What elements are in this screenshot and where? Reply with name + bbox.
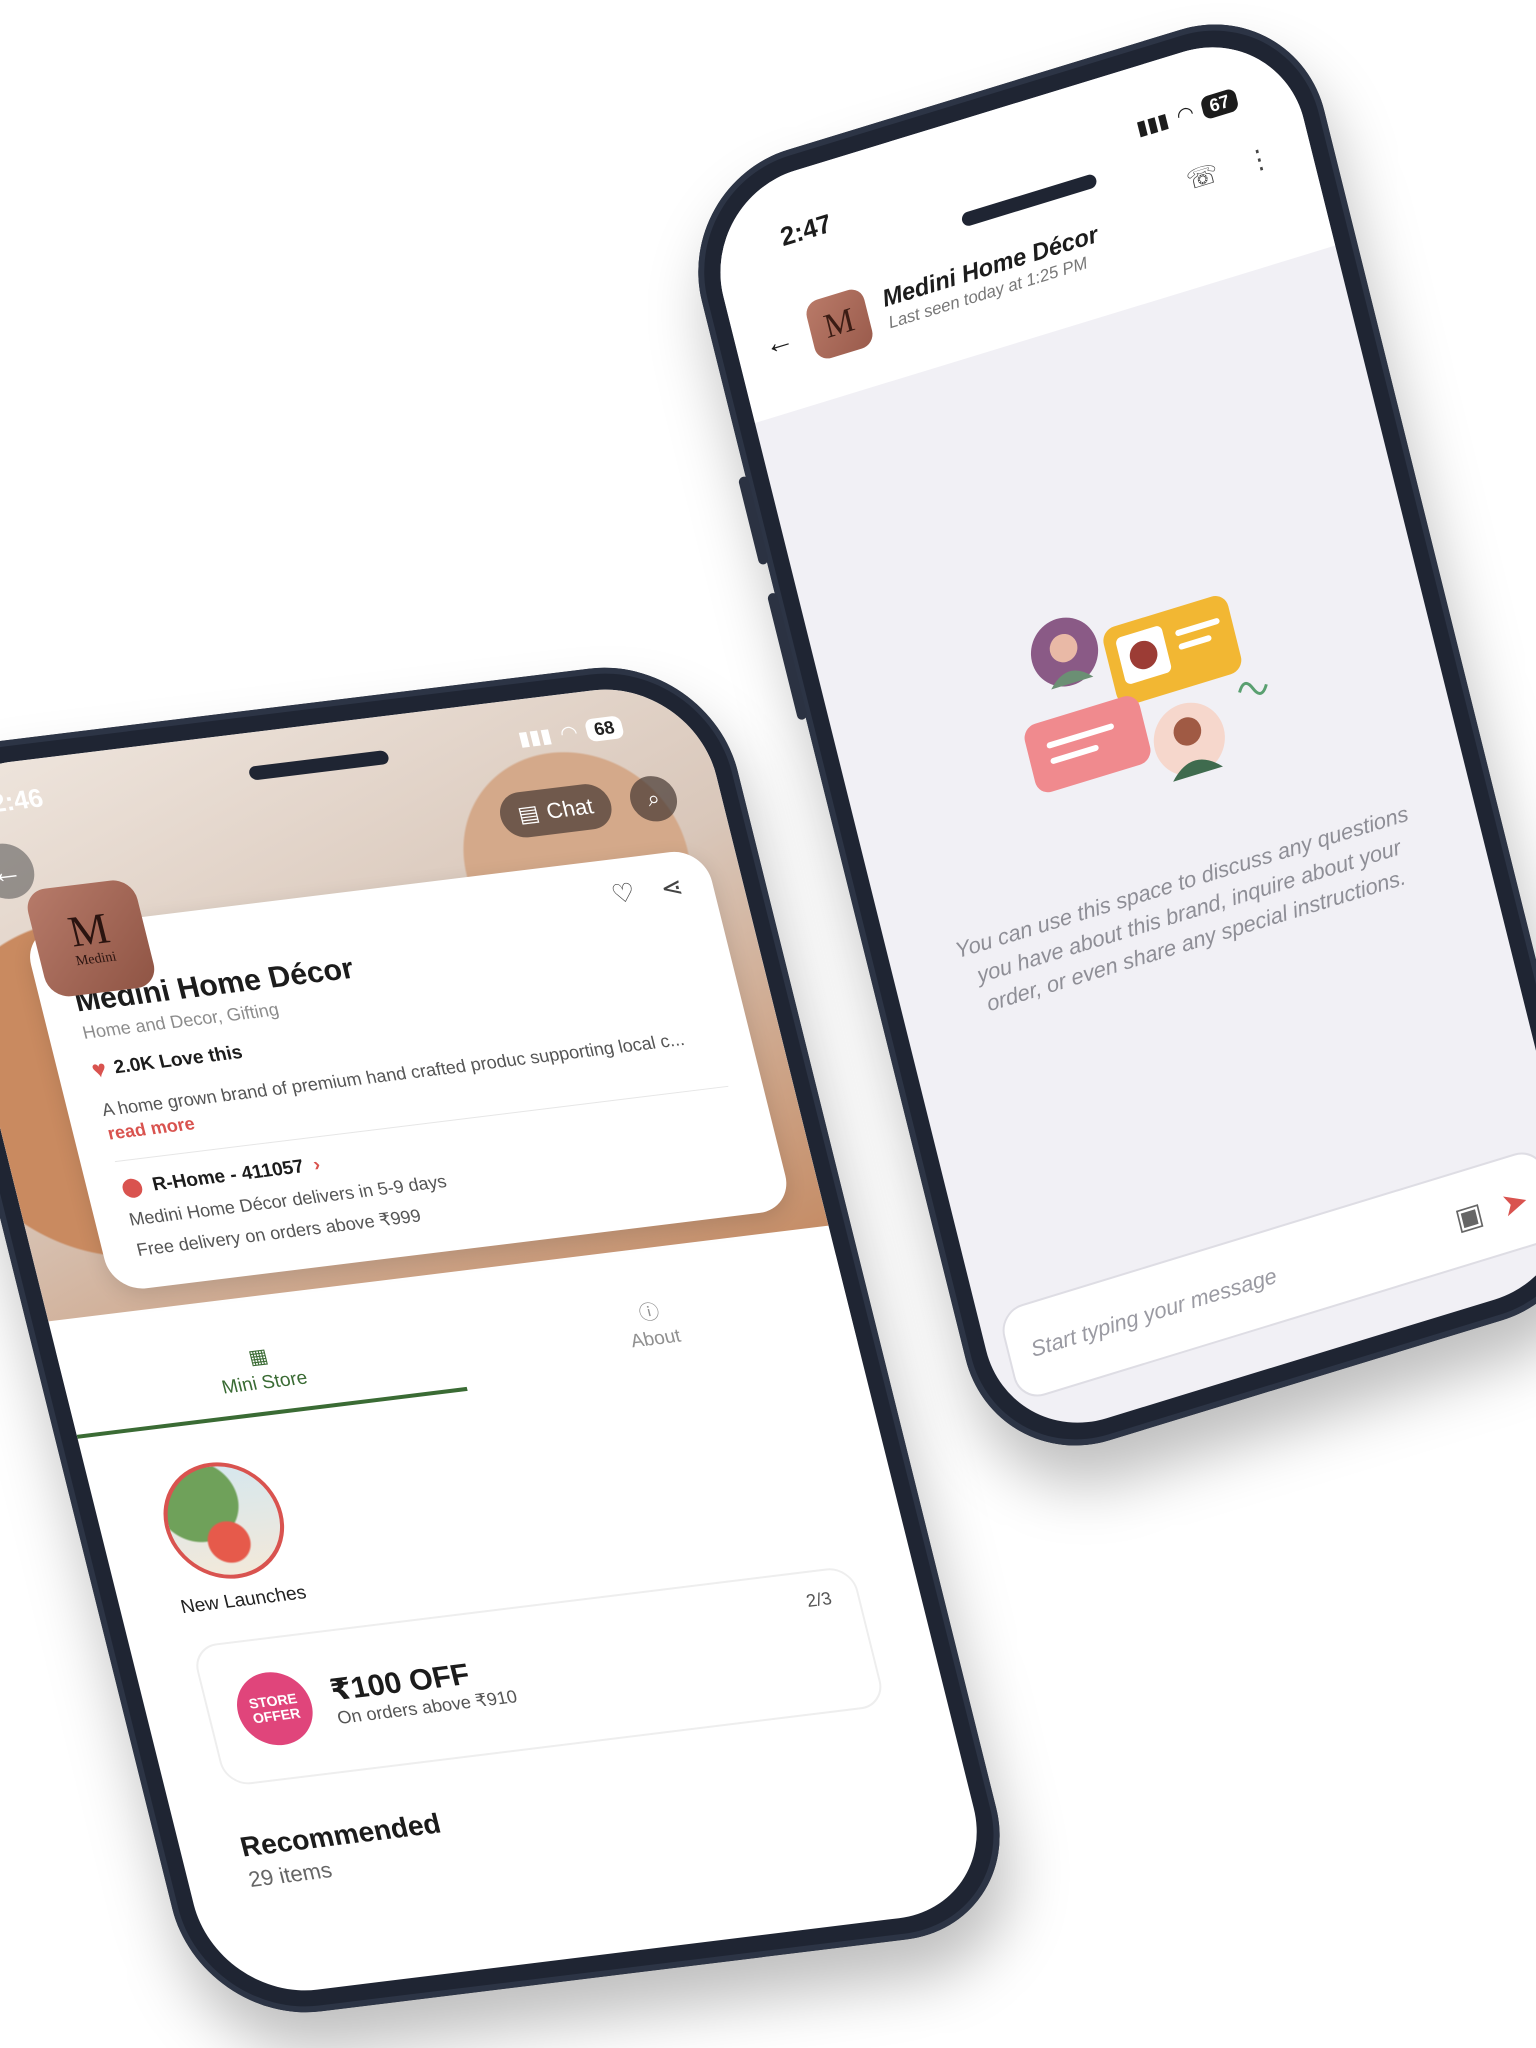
chat-button-label: Chat	[543, 793, 596, 824]
wifi-icon: ◠	[1175, 101, 1196, 128]
chevron-right-icon: ›	[310, 1153, 323, 1176]
message-composer[interactable]: Start typing your message ▣ ➤	[997, 1146, 1536, 1403]
signal-icon: ▮▮▮	[1134, 108, 1172, 140]
tab-label: About	[628, 1325, 683, 1352]
love-count: 2.0K Love this	[111, 1042, 245, 1079]
back-arrow-icon: ←	[0, 851, 26, 891]
logo-word: Medini	[74, 949, 119, 970]
location-pin-icon: ⬤	[119, 1176, 146, 1200]
chat-bubble-icon: ▤	[515, 800, 542, 828]
card-actions: ♡ ⋖	[608, 871, 686, 910]
chat-button[interactable]: ▤ Chat	[494, 781, 617, 841]
status-time: 2:46	[0, 782, 47, 819]
info-icon: ⓘ	[636, 1300, 662, 1325]
search-button[interactable]: ⌕	[625, 773, 682, 825]
squiggle-icon	[1238, 681, 1268, 695]
story-thumbnail[interactable]	[150, 1455, 297, 1586]
call-icon[interactable]: ☏	[1183, 157, 1222, 197]
search-icon: ⌕	[644, 785, 663, 812]
share-icon[interactable]: ⋖	[657, 871, 686, 904]
back-arrow-icon[interactable]: ←	[761, 322, 798, 364]
store-offer-badge: STORE OFFER	[229, 1668, 321, 1750]
offer-pager: 2/3	[804, 1588, 834, 1611]
story-new-launches[interactable]: New Launches	[147, 1455, 309, 1619]
header-actions: ☏ ⋮	[1183, 141, 1275, 197]
wifi-icon: ◠	[558, 721, 580, 746]
image-icon[interactable]: ▣	[1451, 1195, 1487, 1237]
story-label: New Launches	[178, 1582, 309, 1619]
brand-avatar[interactable]: M	[803, 286, 876, 362]
battery-icon: 67	[1199, 87, 1240, 120]
status-icons: ▮▮▮ ◠ 68	[515, 711, 626, 754]
chat-illustration	[1024, 596, 1268, 793]
send-icon[interactable]: ➤	[1497, 1180, 1532, 1225]
tab-mini-store[interactable]: ▦ Mini Store	[55, 1302, 468, 1439]
speech-bubble-pink	[1024, 696, 1151, 793]
status-time: 2:47	[777, 207, 835, 252]
heart-outline-icon[interactable]: ♡	[608, 877, 639, 910]
tab-label: Mini Store	[219, 1367, 310, 1398]
status-bar: 2:47 ▮▮▮ ◠ 67	[776, 79, 1242, 257]
more-vertical-icon[interactable]: ⋮	[1243, 141, 1275, 179]
empty-chat-message: You can use this space to discuss any qu…	[952, 800, 1411, 1017]
store-icon: ▦	[246, 1344, 271, 1369]
recommended-section: Recommended 29 items	[237, 1808, 451, 1893]
logo-letter: M	[63, 903, 115, 957]
signal-icon: ▮▮▮	[515, 724, 555, 751]
battery-icon: 68	[583, 715, 626, 743]
tab-about[interactable]: ⓘ About	[446, 1255, 858, 1391]
status-icons: ▮▮▮ ◠ 67	[1134, 86, 1240, 141]
heart-filled-icon: ♥	[88, 1055, 110, 1084]
